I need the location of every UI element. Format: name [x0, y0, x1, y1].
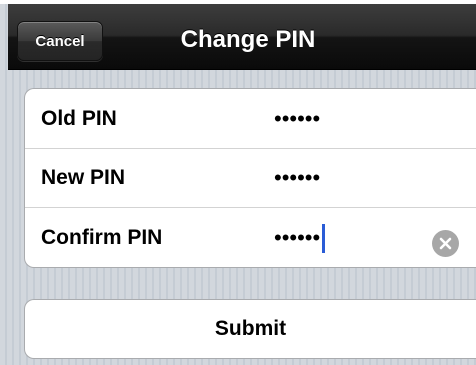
old-pin-field[interactable]: •••••• — [274, 89, 320, 149]
cancel-button[interactable]: Cancel — [17, 21, 103, 61]
confirm-pin-field[interactable]: •••••• — [274, 208, 326, 268]
x-icon — [439, 237, 452, 250]
submit-button[interactable]: Submit — [24, 299, 476, 359]
confirm-pin-value: •••••• — [274, 225, 321, 250]
new-pin-field[interactable]: •••••• — [274, 148, 320, 208]
confirm-pin-row[interactable]: Confirm PIN •••••• — [25, 208, 476, 268]
pin-form-group: Old PIN •••••• New PIN •••••• Confirm PI… — [24, 88, 476, 268]
old-pin-label: Old PIN — [41, 107, 117, 130]
new-pin-row[interactable]: New PIN •••••• — [25, 148, 476, 208]
text-cursor — [322, 223, 326, 253]
new-pin-label: New PIN — [41, 166, 126, 189]
confirm-pin-label: Confirm PIN — [41, 226, 163, 249]
page-title: Change PIN — [180, 26, 316, 53]
old-pin-row[interactable]: Old PIN •••••• — [25, 89, 476, 149]
navigation-bar: Cancel Change PIN — [8, 4, 476, 70]
clear-icon[interactable] — [432, 230, 459, 257]
